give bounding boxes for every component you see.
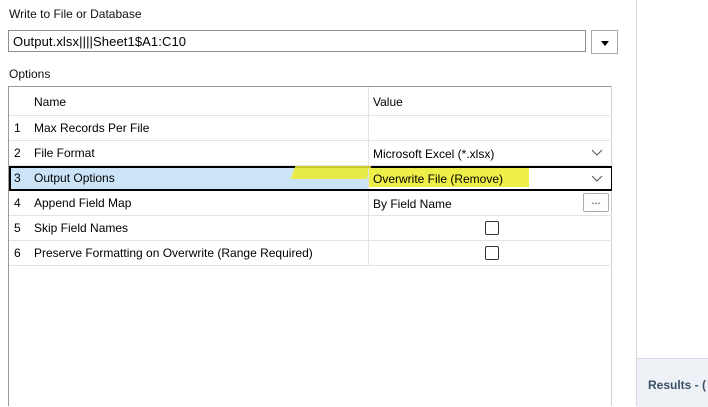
- header-value: Value: [373, 95, 403, 109]
- option-row-skip-field-names[interactable]: 5 Skip Field Names: [9, 216, 612, 241]
- header-name: Name: [34, 95, 67, 109]
- option-row-max-records[interactable]: 1 Max Records Per File: [9, 116, 612, 141]
- output-path-field[interactable]: Output.xlsx||||Sheet1$A1:C10: [8, 30, 586, 52]
- option-value: Overwrite File (Remove): [373, 172, 504, 186]
- row-number: 1: [14, 121, 21, 135]
- option-name: Preserve Formatting on Overwrite (Range …: [34, 246, 313, 260]
- output-dropdown-button[interactable]: [591, 30, 618, 54]
- option-name: File Format: [34, 146, 95, 160]
- write-section-title: Write to File or Database: [9, 7, 142, 21]
- row-number: 6: [14, 246, 21, 260]
- file-format-select[interactable]: Microsoft Excel (*.xlsx): [368, 141, 611, 165]
- marker-highlight: [290, 166, 372, 179]
- option-value: Microsoft Excel (*.xlsx): [373, 147, 495, 161]
- option-row-output-options[interactable]: 3 Output Options Overwrite File (Remove): [9, 166, 612, 191]
- option-row-append-field-map[interactable]: 4 Append Field Map By Field Name ...: [9, 191, 612, 216]
- max-records-input[interactable]: [368, 116, 611, 140]
- append-field-map-value[interactable]: By Field Name ...: [368, 191, 611, 215]
- grid-header-row: Name Value: [9, 87, 612, 116]
- skip-field-names-checkbox[interactable]: [485, 221, 499, 235]
- results-pane: Results - (: [637, 358, 708, 407]
- results-tab-title[interactable]: Results - (: [648, 378, 706, 392]
- chevron-down-icon: [591, 175, 603, 182]
- row-number: 3: [14, 171, 21, 185]
- header-value-cell: Value: [368, 87, 611, 115]
- output-options-select[interactable]: Overwrite File (Remove): [368, 168, 611, 189]
- option-row-file-format[interactable]: 2 File Format Microsoft Excel (*.xlsx): [9, 141, 612, 166]
- preserve-formatting-cell: [368, 241, 611, 265]
- option-name: Max Records Per File: [34, 121, 150, 135]
- skip-field-names-cell: [368, 216, 611, 240]
- options-grid: Name Value 1 Max Records Per File 2 File…: [8, 86, 612, 406]
- options-title: Options: [9, 67, 51, 81]
- option-value: By Field Name: [373, 197, 452, 211]
- config-panel: Write to File or Database Output.xlsx|||…: [0, 0, 637, 406]
- row-number: 5: [14, 221, 21, 235]
- browse-button[interactable]: ...: [583, 193, 609, 212]
- option-name: Output Options: [34, 171, 115, 185]
- option-name: Append Field Map: [34, 196, 132, 210]
- option-name: Skip Field Names: [34, 221, 129, 235]
- preserve-formatting-checkbox[interactable]: [485, 246, 499, 260]
- chevron-down-icon: [591, 149, 603, 156]
- row-number: 2: [14, 146, 21, 160]
- row-number: 4: [14, 196, 21, 210]
- dropdown-triangle-icon: [601, 41, 609, 46]
- option-row-preserve-formatting[interactable]: 6 Preserve Formatting on Overwrite (Rang…: [9, 241, 612, 266]
